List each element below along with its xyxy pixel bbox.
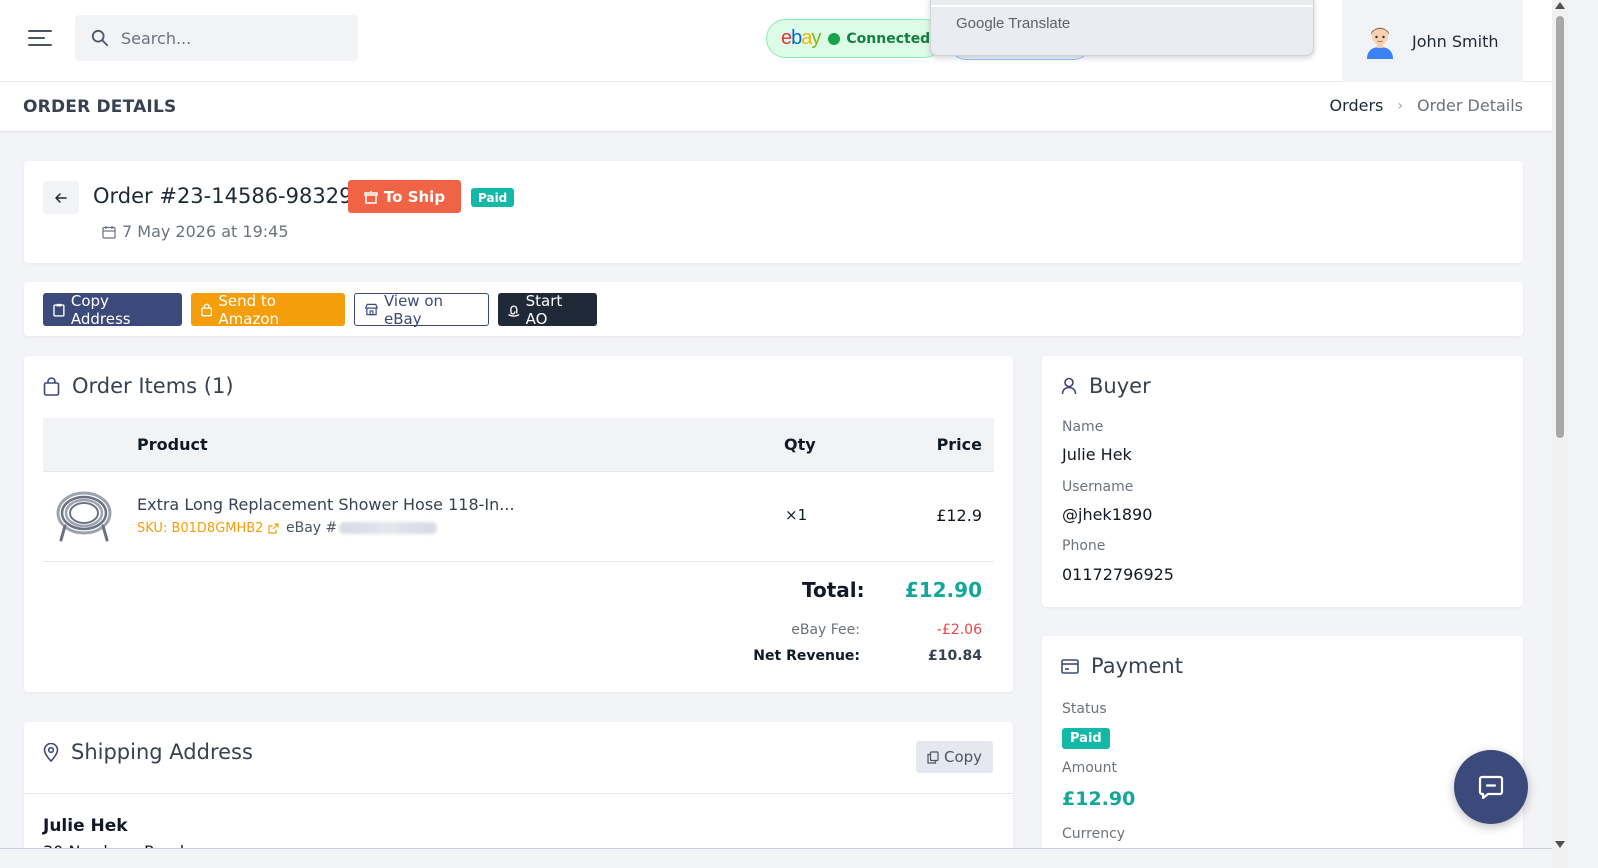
net-revenue-label: Net Revenue: [753,648,860,664]
to-ship-status-button[interactable]: To Ship [348,180,461,213]
payment-heading: Payment [1061,654,1183,678]
order-items-heading: Order Items (1) [43,374,234,398]
payment-card: Payment Status Paid Amount £12.90 Curren… [1042,636,1523,868]
search-input[interactable] [121,28,341,48]
shopping-bag-icon [43,376,60,396]
buyer-phone-label: Phone [1062,538,1106,554]
ebay-fee-label: eBay Fee: [791,622,860,638]
product-sku-link[interactable]: SKU: B01D8GMHB2 [137,521,280,536]
payment-status-badge: Paid [471,188,515,207]
order-summary-card: Order #23-14586-98329 To Ship Paid 7 May… [24,161,1523,263]
item-price: £12.9 [936,506,982,525]
ebay-item-number: eBay # [286,520,438,536]
scroll-down-arrow-icon[interactable] [1555,841,1565,848]
net-revenue-value: £10.84 [927,648,982,664]
ebay-logo: ebay [781,27,821,49]
external-link-icon [268,523,280,534]
breadcrumb-separator: › [1397,97,1403,114]
buyer-name-label: Name [1062,419,1104,435]
breadcrumb: Orders › Order Details [1330,96,1523,115]
ebay-fee-value: -£2.06 [936,622,982,638]
shipping-address-card: Shipping Address Copy Julie Hek 30 Newha… [24,722,1013,868]
breadcrumb-orders[interactable]: Orders [1330,96,1384,115]
payment-status-label: Status [1062,701,1107,717]
redacted-item-id [339,522,438,534]
top-bar: ebay Connected Google Translate John Smi… [0,0,1552,82]
amazon-icon [508,305,520,317]
order-date: 7 May 2026 at 19:45 [102,222,289,241]
items-table-header: Product Qty Price [43,418,994,472]
buyer-phone: 01172796925 [1062,565,1174,584]
buyer-heading: Buyer [1061,374,1151,398]
buyer-username-label: Username [1062,479,1134,495]
user-menu[interactable]: John Smith [1342,0,1523,82]
connection-status: Connected [846,30,931,47]
view-on-ebay-button[interactable]: View on eBay [354,292,489,328]
scrollbar-thumb[interactable] [1556,16,1564,438]
map-pin-icon [43,742,59,762]
table-row: Extra Long Replacement Shower Hose 118-I… [43,472,994,562]
search-box[interactable] [75,15,358,61]
copy-address-small-button[interactable]: Copy [916,741,993,773]
menu-toggle-icon[interactable] [28,28,54,48]
actions-card: Copy Address Send to Amazon View on eBay… [24,282,1523,336]
payment-amount: £12.90 [1062,788,1136,810]
total-label: Total: [802,578,865,602]
breadcrumb-current: Order Details [1416,96,1523,115]
back-button[interactable] [43,181,79,214]
calendar-icon [102,225,116,239]
product-thumbnail [56,491,112,542]
shipping-name: Julie Hek [43,816,128,836]
store-icon [365,303,378,316]
payment-currency-label: Currency [1062,826,1126,842]
buyer-card: Buyer Name Julie Hek Username @jhek1890 … [1042,356,1523,607]
copy-icon [927,750,939,764]
column-product: Product [137,435,208,454]
search-icon [91,29,109,47]
avatar [1367,27,1393,59]
payment-amount-label: Amount [1062,760,1118,776]
bag-icon [201,303,213,316]
scrollbar[interactable] [1552,0,1568,868]
connected-dot-icon [828,32,841,45]
ebay-connection-badge[interactable]: ebay Connected [766,19,944,58]
column-qty: Qty [784,435,816,454]
shipping-address-heading: Shipping Address [43,740,253,764]
clipboard-icon [53,303,65,317]
buyer-name: Julie Hek [1062,445,1132,464]
viewport-bottom-edge [0,848,1552,868]
buyer-username: @jhek1890 [1062,505,1153,524]
page-title: ORDER DETAILS [23,97,177,117]
item-quantity: ×1 [785,506,808,524]
google-translate-brand: Google Translate [956,15,1071,32]
payment-status-badge: Paid [1062,728,1110,749]
google-translate-popup[interactable]: Google Translate [930,0,1314,56]
column-price: Price [936,435,982,454]
order-number: Order #23-14586-98329 [93,184,353,208]
total-value: £12.90 [904,578,982,602]
box-icon [364,190,378,204]
credit-card-icon [1061,658,1079,674]
order-items-card: Order Items (1) Product Qty Price Extra … [24,356,1013,692]
scroll-up-arrow-icon[interactable] [1555,2,1565,9]
page-header: ORDER DETAILS Orders › Order Details [0,82,1552,132]
copy-address-button[interactable]: Copy Address [43,292,182,328]
chat-button[interactable] [1454,750,1528,824]
product-name-link[interactable]: Extra Long Replacement Shower Hose 118-I… [137,495,515,514]
start-ao-button[interactable]: Start AO [498,292,597,328]
user-icon [1061,377,1077,395]
send-to-amazon-button[interactable]: Send to Amazon [191,292,345,328]
chat-icon [1478,775,1504,799]
user-name: John Smith [1412,31,1499,51]
arrow-left-icon [55,192,67,203]
